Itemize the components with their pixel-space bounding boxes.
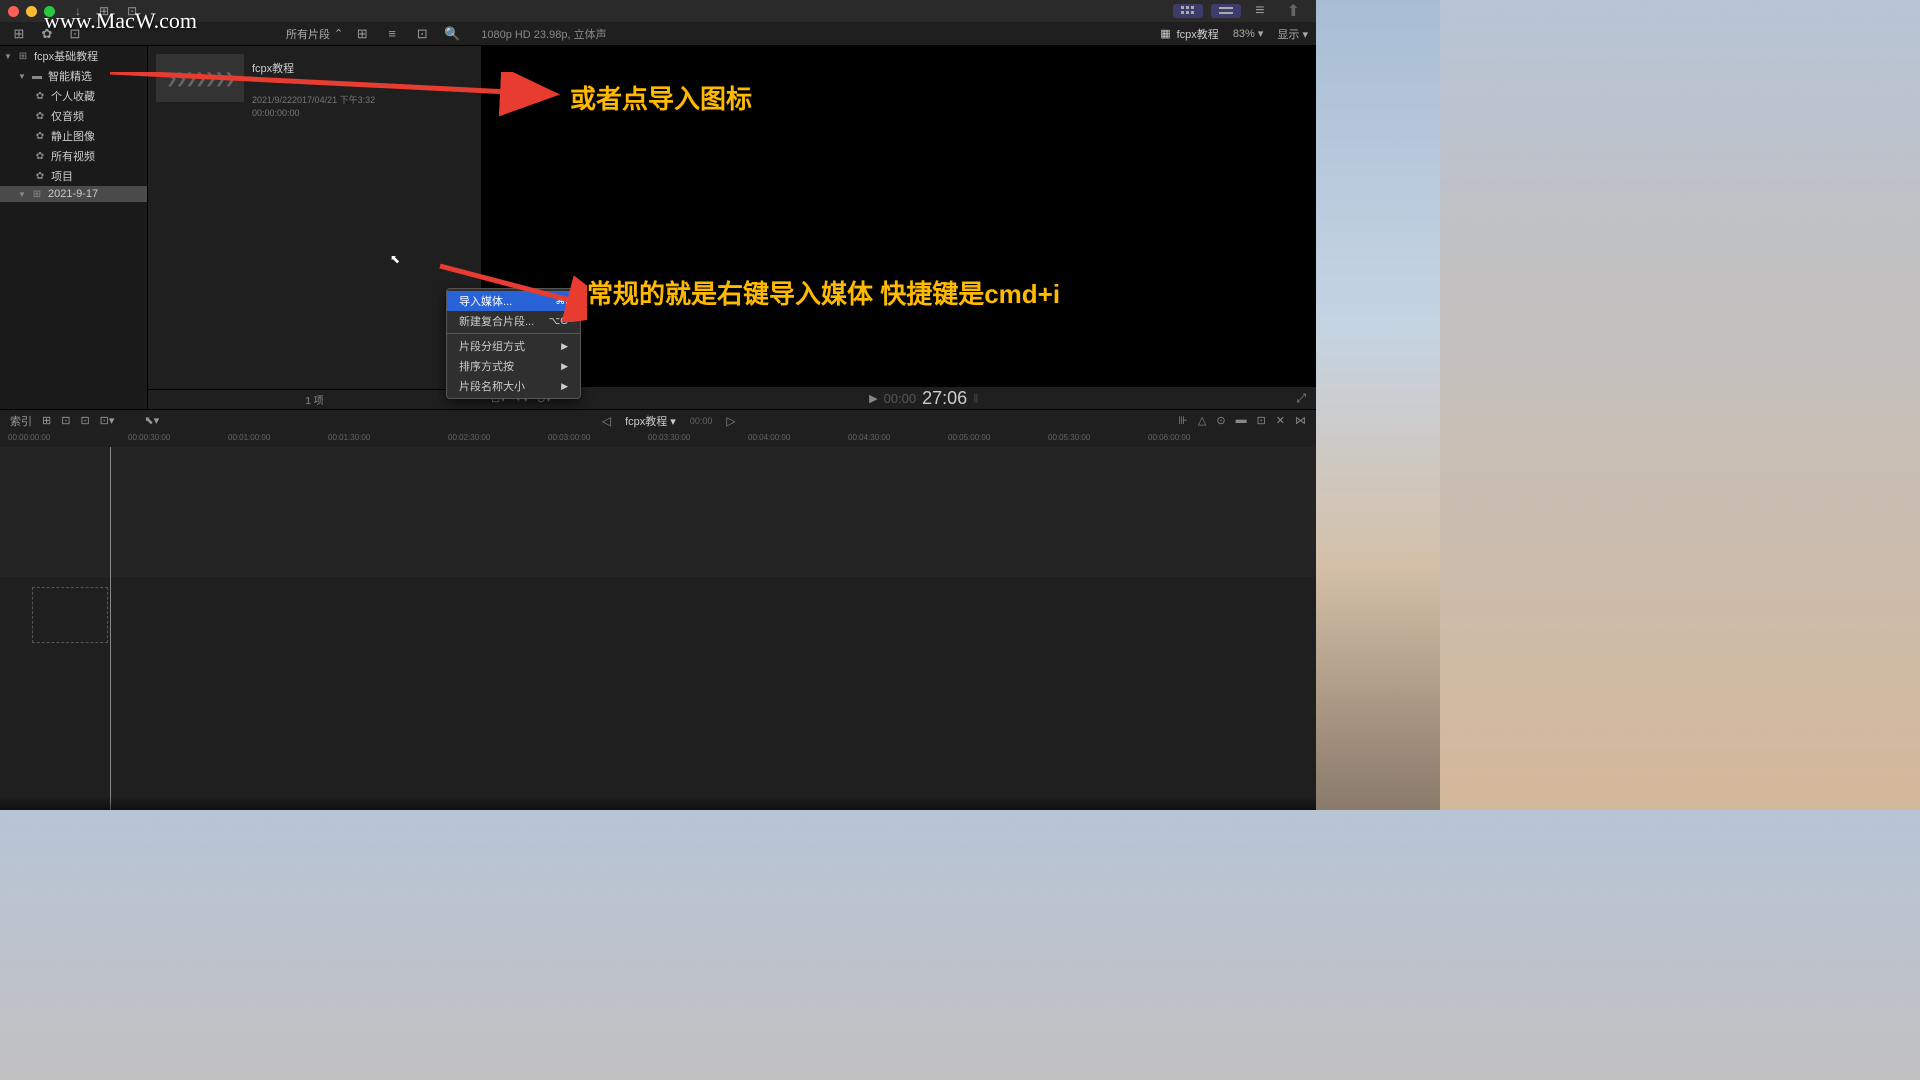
timeline-track-area[interactable] (0, 447, 1316, 577)
minimize-window-button[interactable] (26, 6, 37, 17)
annotation-bottom: 常规的就是右键导入媒体 快捷键是cmd+i (432, 262, 1060, 322)
clips-filter-dropdown[interactable]: 所有片段 ⌃ (286, 26, 343, 42)
ruler-mark: 00:01:30:00 (328, 433, 370, 442)
tl-audio-skim[interactable]: △ (1198, 414, 1206, 427)
view-filmstrip-icon[interactable]: ⊡ (411, 26, 433, 42)
tl-tool-2[interactable]: ⊡ (61, 414, 70, 427)
sidebar-event[interactable]: ▼⊞2021-9-17 (0, 186, 147, 202)
ruler-mark: 00:04:30:00 (848, 433, 890, 442)
tl-solo[interactable]: ⊙ (1216, 414, 1225, 427)
search-icon[interactable]: 🔍 (441, 26, 463, 42)
inspector-button[interactable]: ≡ (1249, 0, 1270, 22)
timecode-main: 27:06 (922, 388, 967, 409)
timeline-duration: 00:00 (690, 416, 713, 426)
arrow-icon (432, 262, 587, 322)
library-icon[interactable]: ⊞ (8, 26, 30, 42)
context-sort-by[interactable]: 排序方式按▶ (447, 356, 580, 376)
tl-snapping[interactable]: ▬ (1236, 414, 1247, 427)
desktop-background (1316, 0, 1440, 810)
context-group-by[interactable]: 片段分组方式▶ (447, 333, 580, 356)
play-button[interactable]: ▶ (869, 392, 877, 405)
ruler-mark: 00:03:30:00 (648, 433, 690, 442)
ruler-mark: 00:05:30:00 (1048, 433, 1090, 442)
playback-controls: ▶ 00:00 27:06 ‖ (869, 388, 978, 409)
timeline-ruler[interactable]: 00:00:00:00 00:00:30:00 00:01:00:00 00:01:3… (0, 431, 1316, 447)
timeline-toolbar: 索引 ⊞ ⊡ ⊡ ⊡▾ ⬉▾ ◁ fcpx教程 ▾ 00:00 ▷ ⊪ △ ⊙ … (0, 409, 1316, 431)
sidebar-stills[interactable]: ✿静止图像 (0, 126, 147, 146)
playhead[interactable] (110, 447, 111, 810)
timeline-prev[interactable]: ◁ (602, 414, 611, 428)
tl-tool-3[interactable]: ⊡ (80, 414, 89, 427)
ruler-mark: 00:00:00:00 (8, 433, 50, 442)
viewer-controls: ⊡▾ ✦▾ ⊙▾ ▶ 00:00 27:06 ‖ ⤢ (481, 387, 1316, 409)
tl-skimming[interactable]: ⊪ (1178, 414, 1188, 427)
display-dropdown[interactable]: 显示 ▾ (1277, 26, 1308, 42)
ruler-mark: 00:06:00:00 (1148, 433, 1190, 442)
timeline-body[interactable] (0, 447, 1316, 810)
titlebar: ↓ ⊞ ⊡ ≡ ⬆ (0, 0, 1316, 22)
list-view-button[interactable] (1211, 4, 1241, 18)
pointer-tool[interactable]: ⬉▾ (144, 414, 159, 427)
dock-shadow (0, 796, 1316, 810)
context-clip-name-size[interactable]: 片段名称大小▶ (447, 376, 580, 396)
toolbar: ⊞ ✿ ⊡ 所有片段 ⌃ ⊞ ≡ ⊡ 🔍 1080p HD 23.98p, 立体… (0, 22, 1316, 46)
tl-tool-1[interactable]: ⊞ (42, 414, 51, 427)
tl-tool-4[interactable]: ⊡▾ (100, 414, 115, 427)
ruler-mark: 00:02:30:00 (448, 433, 490, 442)
ruler-mark: 00:04:00:00 (748, 433, 790, 442)
tl-tool-c[interactable]: ⋈ (1295, 414, 1306, 427)
cursor-icon: ⬉ (390, 252, 400, 266)
tl-tool-b[interactable]: ✕ (1276, 414, 1285, 427)
view-list-icon[interactable]: ≡ (381, 26, 403, 41)
share-button[interactable]: ⬆ (1279, 0, 1308, 23)
grid-view-button[interactable] (1173, 4, 1203, 18)
empty-clip-placeholder (32, 587, 108, 643)
ruler-mark: 00:03:00:00 (548, 433, 590, 442)
arrow-icon (110, 72, 570, 122)
timeline-project-name[interactable]: fcpx教程 ▾ (625, 413, 676, 429)
index-button[interactable]: 索引 (10, 413, 32, 429)
ruler-mark: 00:00:30:00 (128, 433, 170, 442)
ruler-mark: 00:05:00:00 (948, 433, 990, 442)
zoom-dropdown[interactable]: 83% ▾ (1233, 27, 1264, 40)
annotation-top: 或者点导入图标 (110, 72, 752, 122)
view-grid-icon[interactable]: ⊞ (351, 26, 373, 42)
format-info: 1080p HD 23.98p, 立体声 (481, 26, 606, 42)
ruler-mark: 00:01:00:00 (228, 433, 270, 442)
library-header[interactable]: ▼⊞fcpx基础教程 (0, 46, 147, 66)
project-name-display: ▦ fcpx教程 (1160, 26, 1219, 42)
fullscreen-button[interactable]: ⤢ (1296, 391, 1306, 405)
timecode-prefix: 00:00 (884, 391, 917, 406)
sidebar-all-video[interactable]: ✿所有视频 (0, 146, 147, 166)
watermark: www.MacW.com (44, 8, 197, 34)
tl-tool-a[interactable]: ⊡ (1257, 414, 1266, 427)
timeline-next[interactable]: ▷ (726, 414, 735, 428)
browser-footer: 1 项 (148, 389, 481, 409)
sidebar-projects[interactable]: ✿项目 (0, 166, 147, 186)
close-window-button[interactable] (8, 6, 19, 17)
